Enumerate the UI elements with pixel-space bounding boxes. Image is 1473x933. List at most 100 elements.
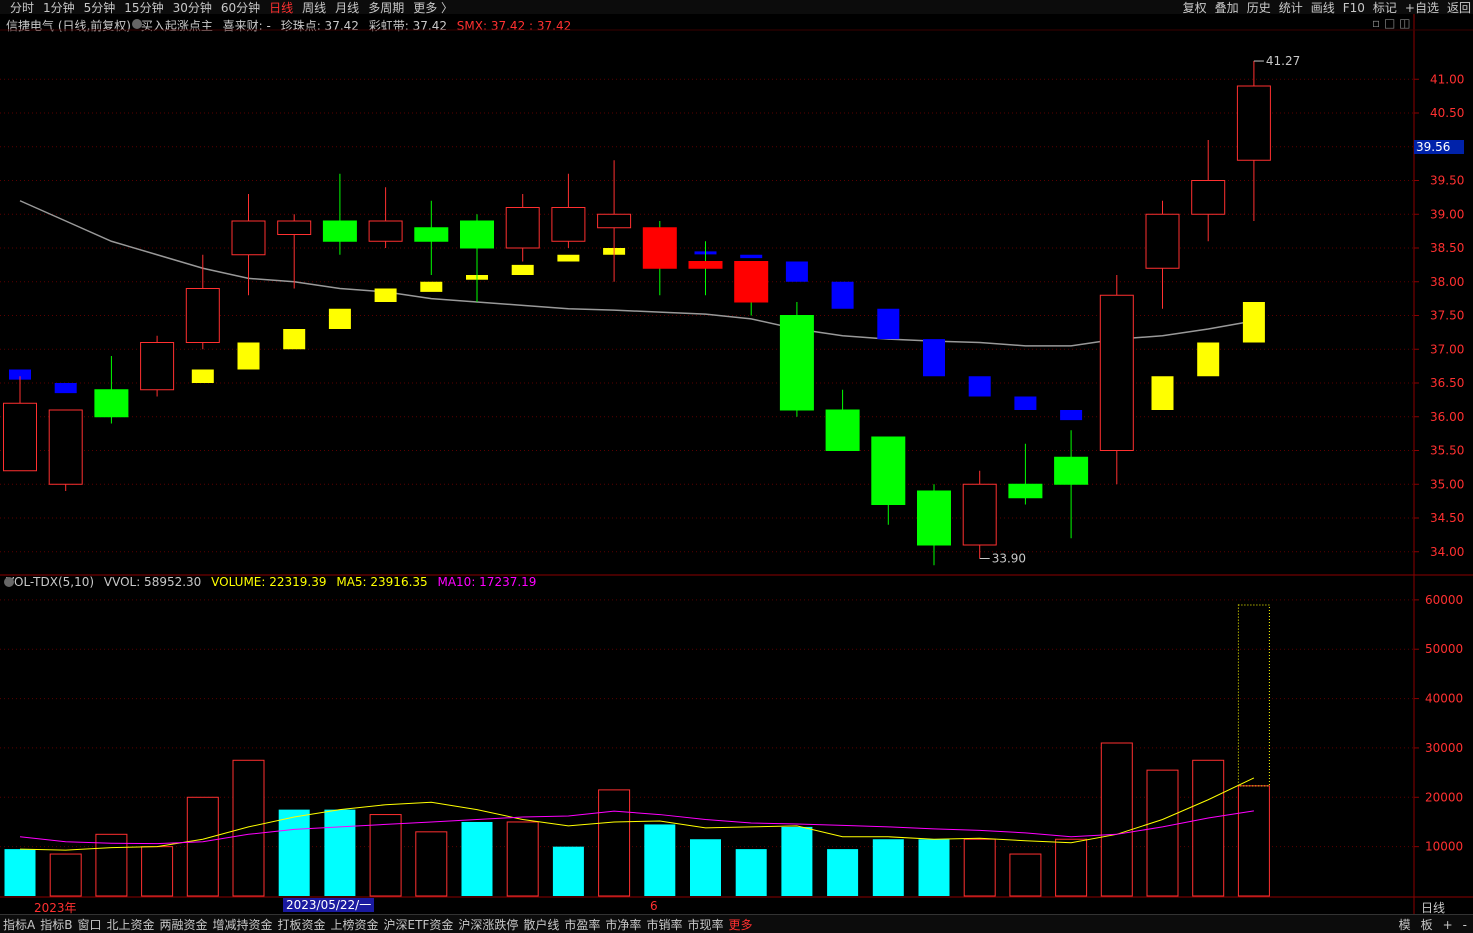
- kline-chart[interactable]: 34.00 34.50 35.00 35.50 36.00 36.50 37.00 37.50…: [0, 0, 1473, 914]
- indicator-tab-5[interactable]: 增减持资金: [213, 916, 273, 933]
- indicator-tab-6[interactable]: 打板资金: [278, 916, 326, 933]
- volume-bar: [415, 831, 448, 897]
- volume-bar: [598, 789, 631, 897]
- signal-block: [740, 254, 763, 259]
- indicator-tab-4[interactable]: 两融资金: [159, 916, 207, 933]
- volume-bar: [141, 846, 174, 897]
- candle-body: [48, 409, 83, 485]
- current-price-marker: 39.56: [1414, 140, 1464, 154]
- signal-block: [374, 288, 397, 302]
- indicator-tab-7[interactable]: 上榜资金: [331, 916, 379, 933]
- candle-body: [1008, 483, 1043, 499]
- bottom-control-0[interactable]: 模: [1399, 918, 1411, 932]
- price-tick-label: 40.50: [1430, 106, 1464, 120]
- bottom-control-1[interactable]: 板: [1421, 918, 1433, 932]
- candle-body: [1145, 213, 1180, 269]
- price-tick-label: 37.50: [1430, 309, 1464, 323]
- candle-body: [962, 483, 997, 546]
- extreme-label: 33.90: [992, 552, 1026, 566]
- candle-body: [231, 220, 266, 256]
- volume-tick-label: 10000: [1425, 840, 1463, 854]
- volume-bar: [506, 821, 539, 897]
- volume-bar: [278, 809, 310, 896]
- signal-block: [877, 308, 900, 340]
- volume-bar: [1237, 785, 1270, 897]
- signal-block: [237, 342, 260, 370]
- candle-body: [277, 220, 312, 235]
- bottom-control-3[interactable]: -: [1463, 918, 1467, 932]
- volume-bar: [735, 849, 767, 896]
- price-tick-label: 37.00: [1430, 342, 1464, 356]
- signal-block: [1151, 376, 1174, 410]
- candle-body: [140, 342, 175, 391]
- volume-bar: [461, 821, 493, 896]
- x-label-month: 6: [650, 899, 658, 913]
- price-tick-label: 41.00: [1430, 72, 1464, 86]
- volume-tick-label: 50000: [1425, 642, 1463, 656]
- volume-bar: [690, 839, 721, 896]
- indicator-tab-1[interactable]: 指标B: [40, 916, 72, 933]
- price-tick-label: 36.50: [1430, 376, 1464, 390]
- price-tick-label: 34.50: [1430, 511, 1464, 525]
- volume-tick-label: 40000: [1425, 692, 1463, 706]
- candle-body: [917, 490, 951, 546]
- volume-bar: [4, 849, 36, 896]
- extreme-label: 41.27: [1266, 54, 1300, 68]
- signal-block: [420, 281, 443, 292]
- vvol-projection: [1237, 604, 1270, 787]
- indicator-tab-0[interactable]: 指标A: [3, 916, 35, 933]
- candle-body: [779, 315, 814, 411]
- candle-body: [322, 220, 357, 242]
- candle-body: [551, 207, 586, 242]
- signal-block: [54, 383, 77, 394]
- price-tick-label: 35.50: [1430, 444, 1464, 458]
- volume-bar: [186, 796, 219, 897]
- indicator-tab-11[interactable]: 市盈率: [564, 916, 600, 933]
- signal-block: [191, 369, 214, 383]
- candle-body: [1191, 180, 1226, 215]
- indicator-tabs: 指标A 指标B 窗口 北上资金 两融资金 增减持资金 打板资金 上榜资金 沪深ETF资金 沪深涨跌…: [3, 916, 757, 933]
- indicator-tab-8[interactable]: 沪深ETF资金: [384, 916, 454, 933]
- volume-bar: [781, 826, 813, 896]
- vol-dropdown-icon: [4, 577, 14, 587]
- signal-block: [328, 308, 351, 329]
- signal-block: [1014, 396, 1037, 410]
- volume-bar: [1009, 853, 1042, 897]
- price-tick-label: 35.00: [1430, 477, 1464, 491]
- price-tick-label: 38.50: [1430, 241, 1464, 255]
- candle-body: [3, 402, 37, 472]
- indicator-tab-13[interactable]: 市销率: [646, 916, 682, 933]
- indicator-tab-14[interactable]: 市现率: [687, 916, 723, 933]
- cursor-date-box: 2023/05/22/一: [283, 898, 375, 912]
- indicator-dropdown-icon: [132, 19, 142, 29]
- candle-body: [460, 220, 494, 249]
- candle-body: [597, 213, 632, 229]
- volume-bar: [872, 839, 904, 896]
- volume-bar: [232, 759, 265, 897]
- indicator-tab-3[interactable]: 北上资金: [106, 916, 154, 933]
- signal-block: [968, 376, 991, 397]
- signal-block: [1242, 302, 1265, 343]
- indicator-tab-10[interactable]: 散户线: [523, 916, 559, 933]
- volume-bar: [324, 809, 356, 896]
- volume-bar: [1146, 769, 1179, 897]
- volume-bar: [552, 846, 584, 896]
- candle-body: [505, 207, 540, 249]
- indicator-tab-12[interactable]: 市净率: [605, 916, 641, 933]
- indicator-tab-2[interactable]: 窗口: [77, 916, 101, 933]
- volume-tick-label: 30000: [1425, 741, 1463, 755]
- signal-block: [831, 281, 854, 309]
- signal-block: [511, 264, 534, 275]
- indicator-tab-15[interactable]: 更多: [728, 916, 752, 933]
- volume-tick-label: 60000: [1425, 593, 1463, 607]
- candle-body: [414, 227, 449, 242]
- candle-body: [1054, 456, 1089, 485]
- signal-block: [1197, 342, 1220, 377]
- signal-block: [785, 261, 808, 282]
- candle-body: [1236, 85, 1271, 161]
- price-tick-label: 39.00: [1430, 207, 1464, 221]
- bottom-control-2[interactable]: +: [1443, 918, 1453, 932]
- candle-body: [94, 389, 129, 418]
- indicator-tab-9[interactable]: 沪深涨跌停: [458, 916, 518, 933]
- volume-bar: [963, 838, 996, 897]
